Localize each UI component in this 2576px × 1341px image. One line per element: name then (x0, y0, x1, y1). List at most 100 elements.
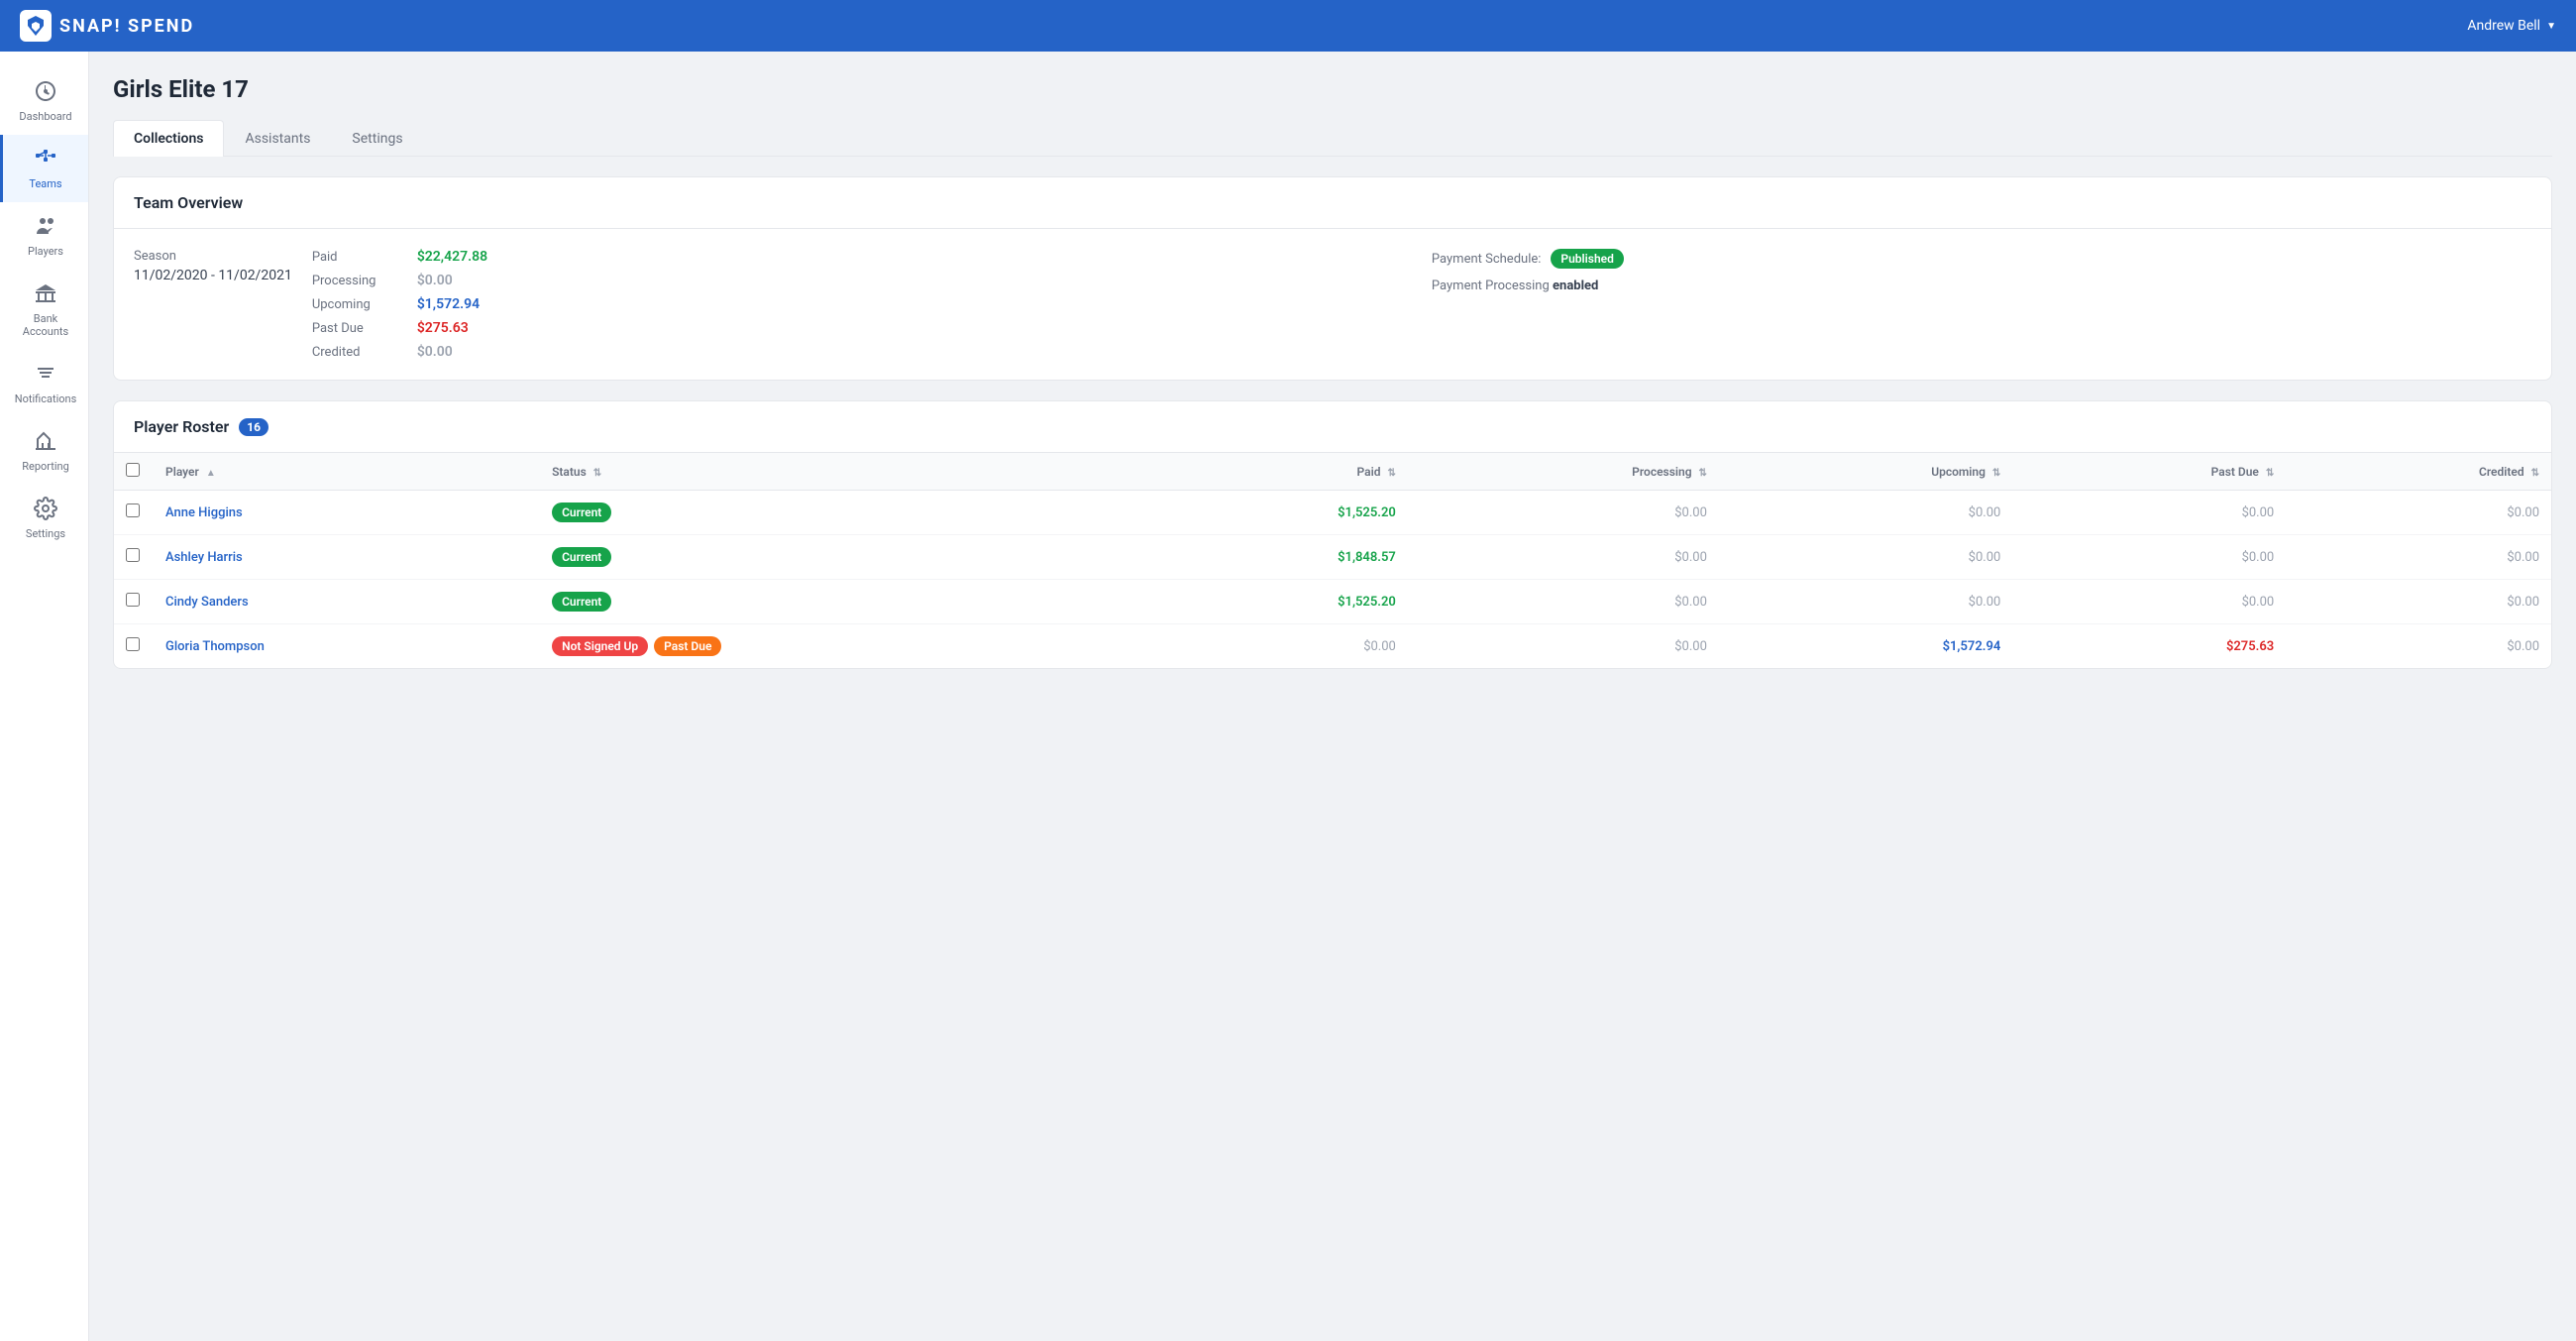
th-upcoming[interactable]: Upcoming ⇅ (1719, 453, 2012, 491)
player-roster-card: Player Roster 16 Player ▲ Status (113, 400, 2552, 669)
sidebar-label-teams: Teams (29, 177, 61, 190)
notifications-icon (34, 362, 57, 389)
sidebar-label-settings: Settings (26, 527, 65, 540)
table-row: Anne HigginsCurrent$1,525.20$0.00$0.00$0… (114, 491, 2551, 535)
sidebar-label-dashboard: Dashboard (19, 110, 71, 123)
team-overview-title: Team Overview (134, 193, 243, 212)
status-badge: Current (552, 592, 611, 612)
table-cell: $1,572.94 (1719, 624, 2012, 669)
sidebar-item-teams[interactable]: Teams (0, 135, 88, 202)
row-checkbox-3[interactable] (126, 637, 140, 651)
th-player[interactable]: Player ▲ (154, 453, 540, 491)
financial-row-paid: Paid $22,427.88 (312, 249, 1412, 265)
table-cell: $0.00 (2286, 491, 2551, 535)
season-value: 11/02/2020 - 11/02/2021 (134, 268, 292, 283)
th-credited[interactable]: Credited ⇅ (2286, 453, 2551, 491)
player-link-3[interactable]: Gloria Thompson (165, 639, 265, 654)
sidebar: Dashboard Teams (0, 52, 89, 1341)
table-cell: $0.00 (1408, 491, 1719, 535)
sidebar-item-reporting[interactable]: Reporting (0, 417, 88, 485)
payment-processing-value: enabled (1553, 279, 1598, 293)
fin-value-past-due: $275.63 (417, 320, 469, 336)
top-navigation: SNAP! SPEND Andrew Bell ▼ (0, 0, 2576, 52)
table-cell: $1,525.20 (1149, 491, 1408, 535)
table-cell: $0.00 (2286, 535, 2551, 580)
season-label: Season (134, 249, 292, 264)
status-badges-cell: Current (552, 592, 1137, 612)
sidebar-item-bank-accounts[interactable]: Bank Accounts (0, 270, 88, 350)
sidebar-label-reporting: Reporting (22, 460, 69, 473)
status-badges-cell: Current (552, 503, 1137, 522)
row-checkbox-2[interactable] (126, 593, 140, 607)
th-status[interactable]: Status ⇅ (540, 453, 1149, 491)
sidebar-item-notifications[interactable]: Notifications (0, 350, 88, 417)
table-cell: $0.00 (1719, 580, 2012, 624)
fin-value-upcoming: $1,572.94 (417, 296, 480, 312)
player-link-2[interactable]: Cindy Sanders (165, 595, 249, 610)
table-cell: $0.00 (1408, 624, 1719, 669)
fin-value-paid: $22,427.88 (417, 249, 487, 265)
sidebar-item-settings[interactable]: Settings (0, 485, 88, 552)
table-cell: $275.63 (2012, 624, 2286, 669)
table-cell: $0.00 (1408, 580, 1719, 624)
app-logo: SNAP! SPEND (20, 10, 194, 42)
status-badges-cell: Current (552, 547, 1137, 567)
row-checkbox-1[interactable] (126, 548, 140, 562)
financial-row-processing: Processing $0.00 (312, 273, 1412, 288)
table-row: Ashley HarrisCurrent$1,848.57$0.00$0.00$… (114, 535, 2551, 580)
user-menu[interactable]: Andrew Bell ▼ (2467, 18, 2556, 34)
status-badge: Past Due (654, 636, 721, 656)
roster-count-badge: 16 (239, 418, 268, 436)
player-link-0[interactable]: Anne Higgins (165, 505, 243, 520)
settings-icon (34, 497, 57, 523)
tab-collections[interactable]: Collections (113, 120, 224, 157)
reporting-icon (34, 429, 57, 456)
financial-summary: Paid $22,427.88 Processing $0.00 Upcomin… (312, 249, 1412, 360)
table-cell: $0.00 (2286, 580, 2551, 624)
payment-schedule-row: Payment Schedule: Published (1432, 249, 2531, 269)
sidebar-item-players[interactable]: Players (0, 202, 88, 270)
fin-value-credited: $0.00 (417, 344, 453, 360)
sidebar-item-dashboard[interactable]: Dashboard (0, 67, 88, 135)
payment-processing-info: Payment Processing enabled (1432, 279, 2531, 293)
sort-past-due-icon: ⇅ (2266, 468, 2274, 479)
chevron-down-icon: ▼ (2546, 21, 2556, 32)
season-info: Season 11/02/2020 - 11/02/2021 (134, 249, 292, 283)
table-cell: $0.00 (1719, 535, 2012, 580)
table-cell: $0.00 (2012, 580, 2286, 624)
roster-table: Player ▲ Status ⇅ Paid ⇅ Processing (114, 453, 2551, 668)
row-checkbox-0[interactable] (126, 503, 140, 517)
player-link-1[interactable]: Ashley Harris (165, 550, 243, 565)
sort-player-icon: ▲ (206, 468, 216, 479)
th-past-due[interactable]: Past Due ⇅ (2012, 453, 2286, 491)
table-cell: $1,848.57 (1149, 535, 1408, 580)
payment-info: Payment Schedule: Published Payment Proc… (1432, 249, 2531, 293)
select-all-checkbox[interactable] (126, 463, 140, 477)
table-row: Cindy SandersCurrent$1,525.20$0.00$0.00$… (114, 580, 2551, 624)
fin-label-upcoming: Upcoming (312, 297, 401, 312)
financial-row-past-due: Past Due $275.63 (312, 320, 1412, 336)
status-badge: Current (552, 503, 611, 522)
th-paid[interactable]: Paid ⇅ (1149, 453, 1408, 491)
sidebar-label-bank-accounts: Bank Accounts (11, 312, 80, 338)
status-badges-cell: Not Signed Up Past Due (552, 636, 1137, 656)
tab-assistants[interactable]: Assistants (224, 120, 331, 157)
th-processing[interactable]: Processing ⇅ (1408, 453, 1719, 491)
team-overview-card: Team Overview Season 11/02/2020 - 11/02/… (113, 176, 2552, 381)
payment-schedule-label: Payment Schedule: (1432, 252, 1542, 267)
tab-settings[interactable]: Settings (331, 120, 423, 157)
table-cell: $0.00 (1719, 491, 2012, 535)
payment-processing-label: Payment Processing (1432, 279, 1550, 293)
financial-row-credited: Credited $0.00 (312, 344, 1412, 360)
sort-status-icon: ⇅ (593, 468, 601, 479)
fin-label-past-due: Past Due (312, 321, 401, 336)
sort-credited-icon: ⇅ (2531, 468, 2539, 479)
roster-header: Player Roster 16 (114, 401, 2551, 453)
team-overview-header: Team Overview (114, 177, 2551, 229)
th-checkbox (114, 453, 154, 491)
status-badge: Not Signed Up (552, 636, 648, 656)
sort-upcoming-icon: ⇅ (1992, 468, 2000, 479)
fin-value-processing: $0.00 (417, 273, 453, 288)
table-cell: $0.00 (1408, 535, 1719, 580)
teams-icon (34, 147, 57, 173)
